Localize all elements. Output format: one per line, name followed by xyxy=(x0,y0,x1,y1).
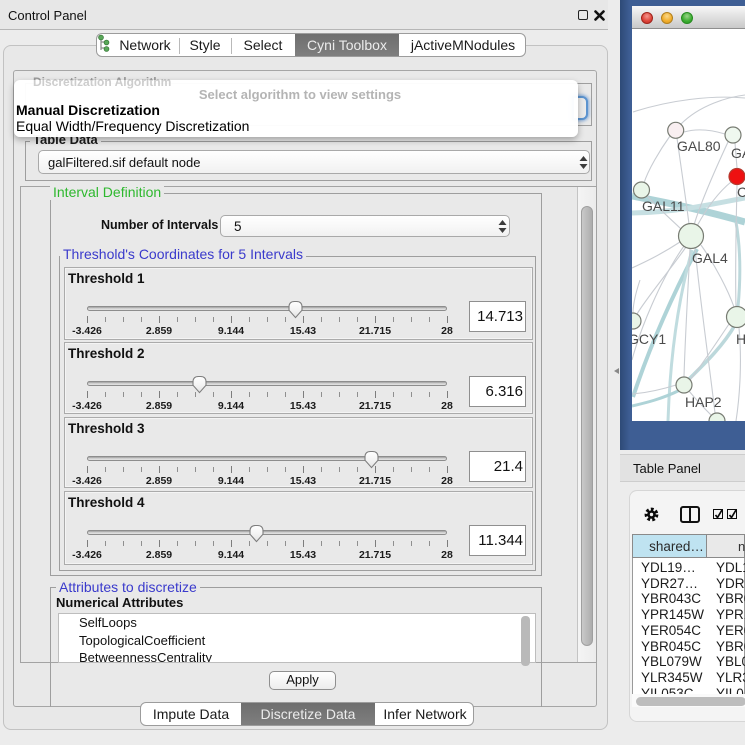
svg-text:HAP2: HAP2 xyxy=(685,394,722,410)
svg-text:GAL11: GAL11 xyxy=(642,198,685,214)
svg-text:GA: GA xyxy=(731,145,745,161)
svg-text:GCY1: GCY1 xyxy=(632,331,666,347)
svg-text:H: H xyxy=(736,331,745,347)
svg-text:GAL80: GAL80 xyxy=(677,138,721,154)
svg-text:GAL4: GAL4 xyxy=(692,250,728,266)
svg-text:C: C xyxy=(737,184,745,200)
